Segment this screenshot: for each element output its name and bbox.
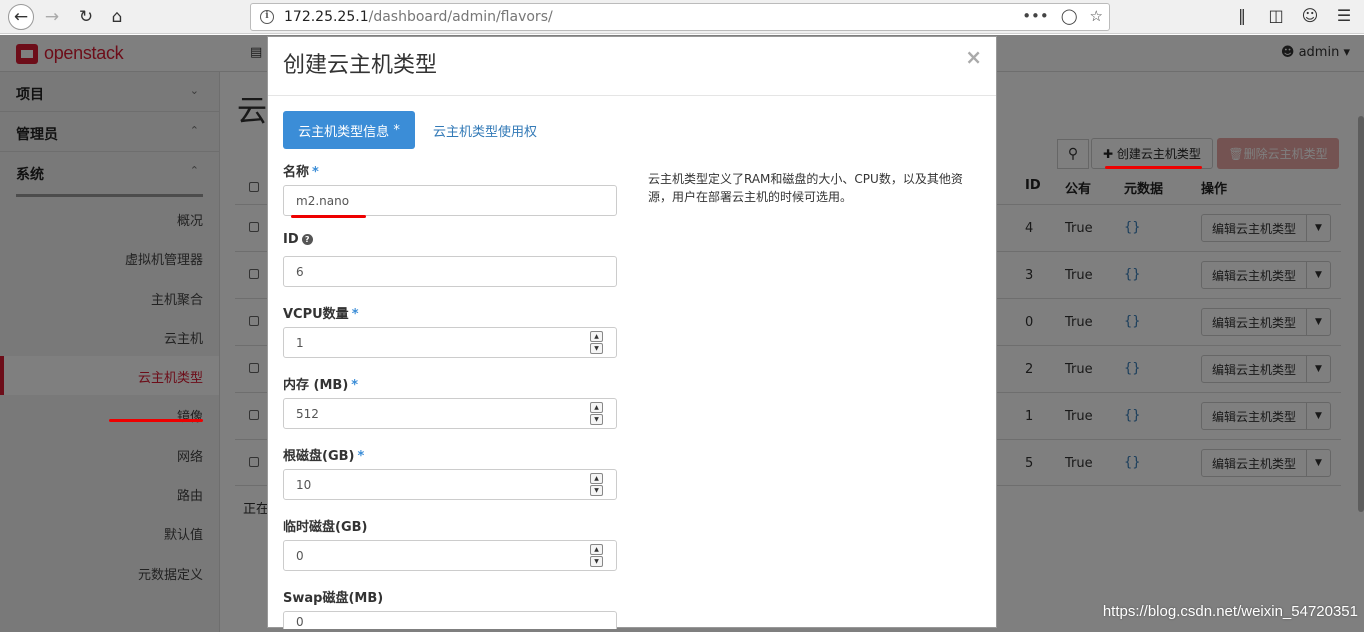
- vcpu-value: 1: [296, 335, 304, 350]
- ephemeral-disk-stepper[interactable]: 0 ▲ ▼: [283, 540, 617, 571]
- red-underline-mark: [1105, 166, 1202, 169]
- tab-flavor-info[interactable]: 云主机类型信息 *: [283, 111, 415, 149]
- root-disk-value: 10: [296, 477, 312, 492]
- required-mark: *: [351, 307, 359, 322]
- root-disk-label: 根磁盘(GB) *: [283, 445, 364, 464]
- swap-disk-value: 0: [296, 615, 304, 629]
- ram-label-text: 内存 (MB): [283, 378, 349, 393]
- vcpu-label-text: VCPU数量: [283, 307, 349, 322]
- required-mark: *: [351, 378, 359, 393]
- swap-disk-label: Swap磁盘(MB): [283, 587, 383, 606]
- id-value: 6: [296, 264, 304, 279]
- modal-title: 创建云主机类型: [283, 53, 438, 78]
- vcpu-label: VCPU数量 *: [283, 303, 359, 322]
- url-host: 172.25.25.1: [284, 9, 369, 25]
- root-disk-stepper[interactable]: 10 ▲ ▼: [283, 469, 617, 500]
- flavor-description: 云主机类型定义了RAM和磁盘的大小、CPU数，以及其他资源，用户在部署云主机的时…: [648, 172, 963, 204]
- id-field[interactable]: 6: [283, 256, 617, 287]
- spin-down-icon[interactable]: ▼: [590, 414, 603, 425]
- bookmark-star-icon[interactable]: ☆: [1090, 7, 1103, 25]
- red-underline-mark: [109, 419, 203, 422]
- sidebar-toggle-icon[interactable]: ◫: [1266, 6, 1286, 25]
- pocket-icon[interactable]: ◯: [1061, 7, 1078, 25]
- spin-up-icon[interactable]: ▲: [590, 331, 603, 342]
- id-label-text: ID: [283, 232, 299, 247]
- menu-icon[interactable]: ☰: [1334, 6, 1354, 25]
- tab-label: 云主机类型信息: [298, 124, 390, 140]
- swap-disk-stepper[interactable]: 0: [283, 611, 617, 629]
- ram-label: 内存 (MB) *: [283, 374, 358, 393]
- forward-arrow-icon[interactable]: →: [40, 5, 64, 29]
- spin-up-icon[interactable]: ▲: [590, 544, 603, 555]
- ephemeral-disk-value: 0: [296, 548, 304, 563]
- back-arrow-icon[interactable]: ←: [8, 4, 34, 30]
- vcpu-stepper[interactable]: 1 ▲ ▼: [283, 327, 617, 358]
- required-mark: *: [312, 165, 319, 180]
- root-disk-label-text: 根磁盘(GB): [283, 449, 355, 464]
- watermark: https://blog.csdn.net/weixin_54720351: [1102, 603, 1358, 620]
- ram-stepper[interactable]: 512 ▲ ▼: [283, 398, 617, 429]
- name-label: 名称 *: [283, 161, 319, 180]
- swap-disk-label-text: Swap磁盘(MB): [283, 591, 384, 606]
- library-icon[interactable]: ‖: [1232, 6, 1252, 25]
- ephemeral-disk-label: 临时磁盘(GB): [283, 516, 367, 535]
- home-icon[interactable]: ⌂: [105, 5, 129, 29]
- spin-up-icon[interactable]: ▲: [590, 473, 603, 484]
- modal-header: 创建云主机类型 ×: [268, 37, 996, 96]
- address-bar[interactable]: i 172.25.25.1/dashboard/admin/flavors/ •…: [250, 3, 1110, 31]
- ephemeral-disk-label-text: 临时磁盘(GB): [283, 520, 368, 535]
- create-flavor-modal: 创建云主机类型 × 云主机类型信息 * 云主机类型使用权 名称 * m2.nano…: [267, 36, 997, 629]
- id-label: ID?: [283, 232, 313, 247]
- close-icon[interactable]: ×: [965, 45, 982, 69]
- tab-flavor-access[interactable]: 云主机类型使用权: [433, 121, 537, 140]
- spin-down-icon[interactable]: ▼: [590, 343, 603, 354]
- red-underline-mark: [291, 215, 366, 218]
- name-label-text: 名称: [283, 165, 310, 180]
- required-mark: *: [393, 122, 400, 138]
- spin-up-icon[interactable]: ▲: [590, 402, 603, 413]
- url-text[interactable]: 172.25.25.1/dashboard/admin/flavors/: [284, 9, 553, 25]
- required-mark: *: [357, 449, 365, 464]
- help-icon[interactable]: ?: [301, 234, 313, 245]
- name-value: m2.nano: [296, 193, 350, 208]
- ram-value: 512: [296, 406, 319, 421]
- spin-down-icon[interactable]: ▼: [590, 556, 603, 567]
- name-field[interactable]: m2.nano: [283, 185, 617, 216]
- spin-down-icon[interactable]: ▼: [590, 485, 603, 496]
- reload-icon[interactable]: ↻: [74, 5, 98, 29]
- page-actions-icon[interactable]: •••: [1022, 7, 1049, 25]
- browser-toolbar: ← → ↻ ⌂ i 172.25.25.1/dashboard/admin/fl…: [0, 0, 1364, 34]
- account-icon[interactable]: ☺: [1300, 6, 1320, 25]
- url-path: /dashboard/admin/flavors/: [368, 9, 553, 25]
- site-info-icon[interactable]: i: [260, 10, 274, 24]
